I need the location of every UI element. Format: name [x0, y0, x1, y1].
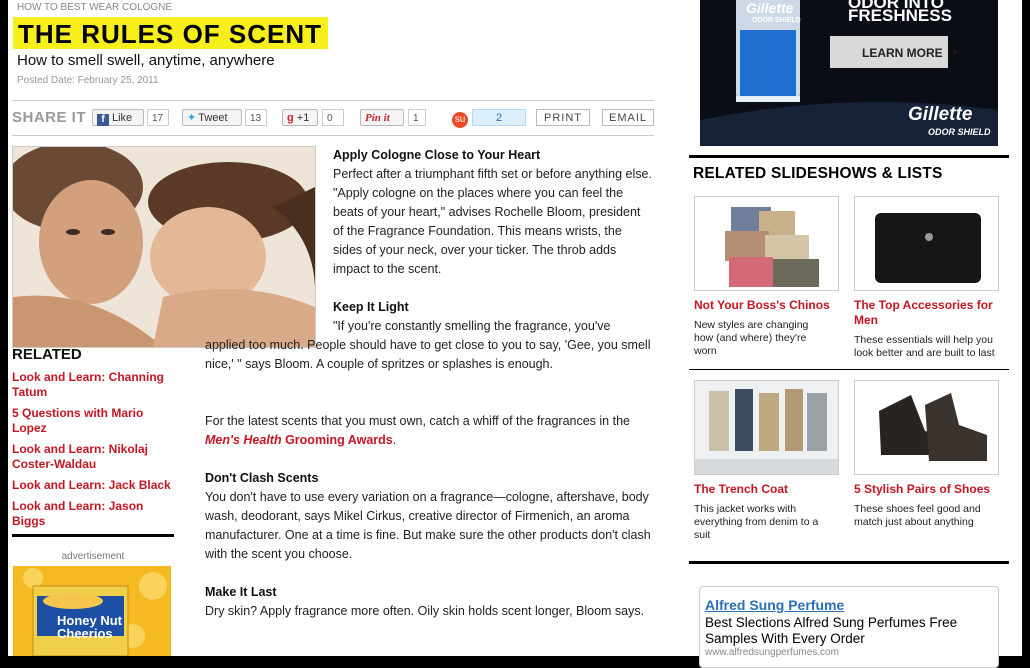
- twitter-bird-icon: ✦: [187, 112, 197, 124]
- pinterest-button[interactable]: Pin it: [360, 109, 404, 126]
- boots-image: [855, 381, 998, 474]
- chinos-thumbnail[interactable]: [694, 196, 839, 291]
- card-title[interactable]: The Trench Coat: [694, 482, 844, 497]
- facebook-like-button[interactable]: f Like: [92, 109, 144, 126]
- shoes-thumbnail[interactable]: [854, 380, 999, 475]
- card-desc: These essentials will help you look bett…: [854, 334, 995, 359]
- brand-logo: Gillette: [908, 104, 973, 125]
- related-link[interactable]: Look and Learn: Jack Black: [12, 478, 172, 493]
- plus-count: 0: [322, 109, 344, 126]
- section-body: Dry skin? Apply fragrance more often. Oi…: [205, 604, 645, 618]
- divider: [689, 155, 1009, 158]
- stumbleupon-icon: su: [452, 112, 468, 128]
- promo-end: .: [392, 433, 397, 447]
- card-title[interactable]: Not Your Boss's Chinos: [694, 298, 844, 313]
- promo-text: For the latest scents that you must own,…: [205, 414, 630, 428]
- tweet-label: Tweet: [198, 112, 228, 124]
- section-body: You don't have to use every variation on…: [205, 490, 651, 561]
- google-plus-icon: g: [287, 112, 294, 124]
- divider: [12, 534, 174, 537]
- learn-more-label[interactable]: LEARN MORE: [862, 46, 943, 60]
- tweet-count: 13: [245, 109, 267, 126]
- section-heading: Keep It Light: [333, 300, 409, 314]
- breadcrumb[interactable]: HOW TO BEST WEAR COLOGNE: [17, 2, 172, 13]
- related-link[interactable]: 5 Questions with Mario Lopez: [12, 406, 172, 436]
- grooming-awards-link[interactable]: Men's Health Grooming Awards: [205, 433, 393, 447]
- like-label: Like: [112, 112, 133, 124]
- related-link[interactable]: Look and Learn: Channing Tatum: [12, 370, 172, 400]
- chinos-image: [695, 197, 838, 290]
- cheerios-ad[interactable]: Honey Nut Cheerios: [13, 566, 171, 656]
- wallet-image: [855, 197, 998, 290]
- title-highlight: THE RULES OF SCENT: [13, 17, 329, 49]
- google-plus-button[interactable]: g +1: [282, 109, 318, 126]
- ad-headline-2: FRESHNESS: [848, 6, 952, 25]
- section-heading: Make It Last: [205, 585, 277, 599]
- section-heading: Don't Clash Scents: [205, 471, 319, 485]
- card-desc: This jacket works with everything from d…: [694, 503, 819, 541]
- share-bar: SHARE IT f Like 17 ✦ Tweet 13 g +1 0 Pin i…: [12, 100, 654, 136]
- page-subtitle: How to smell swell, anytime, anywhere: [17, 52, 275, 69]
- ad-url[interactable]: www.alfredsungperfumes.com: [705, 647, 839, 658]
- stumbleupon-button[interactable]: su: [452, 109, 468, 128]
- card-desc: These shoes feel good and match just abo…: [854, 503, 981, 528]
- gillette-ad[interactable]: Gillette ODOR SHIELD ODOR INTO FRESHNESS…: [700, 0, 998, 146]
- related-heading: RELATED: [12, 346, 82, 363]
- men-in-coats-image: [695, 381, 838, 474]
- ad-title-link[interactable]: Alfred Sung Perfume: [705, 597, 844, 613]
- brand-sub: ODOR SHIELD: [928, 127, 991, 137]
- card-title[interactable]: 5 Stylish Pairs of Shoes: [854, 482, 1004, 497]
- plus-label: +1: [296, 112, 310, 124]
- section-2-body: "If you're constantly smelling the fragr…: [205, 319, 651, 371]
- share-label: SHARE IT: [12, 109, 87, 126]
- card-title[interactable]: The Top Accessories for Men: [854, 298, 1004, 328]
- product-sub: ODOR SHIELD: [752, 17, 801, 24]
- section-heading: Apply Cologne Close to Your Heart: [333, 148, 541, 162]
- divider: [689, 561, 1009, 564]
- section-4: Make It Last Dry skin? Apply fragrance m…: [205, 583, 655, 621]
- slideshows-title: RELATED SLIDESHOWS & LISTS: [693, 165, 943, 182]
- pin-count: 1: [408, 109, 426, 126]
- like-count: 17: [147, 109, 169, 126]
- tweet-button[interactable]: ✦ Tweet: [182, 109, 242, 126]
- link-rest: Grooming Awards: [281, 433, 393, 447]
- related-link[interactable]: Look and Learn: Jason Biggs: [12, 499, 172, 529]
- facebook-icon: f: [97, 114, 109, 126]
- cereal-box-image: [13, 566, 171, 656]
- article-column: HOW TO BEST WEAR COLOGNE THE RULES OF SC…: [8, 0, 682, 656]
- trench-coat-thumbnail[interactable]: [694, 380, 839, 475]
- accessories-thumbnail[interactable]: [854, 196, 999, 291]
- email-button[interactable]: EMAIL: [602, 109, 654, 126]
- card-desc: New styles are changing how (and where) …: [694, 319, 809, 357]
- link-italic: Men's Health: [205, 433, 282, 447]
- stumbleupon-count: 2: [472, 109, 526, 126]
- page-title: THE RULES OF SCENT: [18, 19, 323, 49]
- chevron-right-icon: ›: [952, 43, 957, 60]
- pin-label: Pin it: [365, 112, 390, 124]
- ad-label: advertisement: [61, 551, 125, 562]
- related-link[interactable]: Look and Learn: Nikolaj Coster-Waldau: [12, 442, 172, 472]
- section-1: Apply Cologne Close to Your Heart Perfec…: [333, 146, 653, 279]
- section-3: Don't Clash Scents You don't have to use…: [205, 469, 655, 564]
- section-body: Perfect after a triumphant fifth set or …: [333, 167, 652, 276]
- product-brand: Gillette: [746, 0, 794, 16]
- cereal-name: Honey Nut Cheerios: [57, 613, 122, 641]
- posted-date: Posted Date: February 25, 2011: [17, 75, 159, 86]
- section-2-heading-block: Keep It Light: [333, 298, 643, 317]
- print-button[interactable]: PRINT: [536, 109, 590, 126]
- right-sidebar: Gillette ODOR SHIELD ODOR INTO FRESHNESS…: [682, 0, 1022, 668]
- divider: [689, 369, 1009, 370]
- ad-body: Best Slections Alfred Sung Perfumes Free…: [705, 615, 958, 646]
- grooming-awards-promo: For the latest scents that you must own,…: [205, 412, 657, 450]
